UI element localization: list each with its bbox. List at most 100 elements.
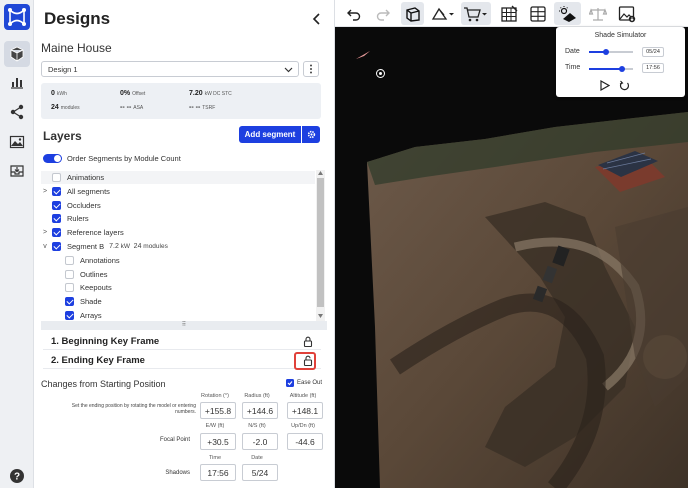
design-more-button[interactable] bbox=[303, 61, 319, 77]
bar-chart-icon bbox=[11, 78, 23, 89]
layer-row[interactable]: Keepouts bbox=[65, 281, 315, 294]
help-icon: ? bbox=[10, 469, 24, 483]
shade-sim-button[interactable] bbox=[554, 2, 581, 25]
focal-ew-input[interactable]: +30.5 bbox=[200, 433, 236, 450]
stat-offset: 0% Offset bbox=[120, 90, 146, 97]
ease-out-checkbox[interactable] bbox=[286, 379, 294, 387]
layers-scroll-thumb[interactable] bbox=[317, 178, 324, 307]
layer-checkbox[interactable] bbox=[52, 214, 61, 224]
altitude-input[interactable]: +148.1 bbox=[287, 402, 323, 419]
compass-icon[interactable] bbox=[355, 49, 371, 61]
order-by-module-label: Order Segments by Module Count bbox=[67, 154, 181, 163]
add-segment-button[interactable]: Add segment bbox=[239, 126, 301, 143]
layer-label: Keepouts bbox=[80, 283, 112, 293]
rail-help-button[interactable]: ? bbox=[7, 466, 27, 486]
layer-row[interactable]: v Segment B 7.2 kW 24 modules bbox=[41, 240, 315, 253]
scroll-down-icon[interactable] bbox=[318, 314, 323, 318]
lock-icon[interactable] bbox=[303, 336, 313, 347]
design-select[interactable]: Design 1 bbox=[41, 61, 299, 77]
layer-label: Outlines bbox=[80, 269, 108, 279]
undo-button[interactable] bbox=[344, 2, 364, 25]
segment-settings-button[interactable] bbox=[302, 126, 320, 143]
chevron-down-icon[interactable]: v bbox=[41, 243, 49, 250]
layer-checkbox[interactable] bbox=[52, 200, 61, 210]
radius-input[interactable]: +144.6 bbox=[242, 402, 278, 419]
layer-row[interactable]: Occluders bbox=[41, 199, 315, 212]
layer-checkbox[interactable] bbox=[65, 269, 74, 279]
chevron-left-icon bbox=[312, 13, 320, 25]
layers-resize-handle[interactable]: ⠿ bbox=[41, 321, 327, 330]
chevron-right-icon[interactable]: > bbox=[41, 229, 49, 236]
layer-row[interactable]: Outlines bbox=[65, 268, 315, 281]
order-by-module-toggle[interactable] bbox=[43, 154, 62, 163]
layer-label: Reference layers bbox=[67, 228, 124, 238]
layer-checkbox[interactable] bbox=[52, 173, 61, 182]
panel-layout-button[interactable] bbox=[498, 2, 520, 25]
shadow-time-input[interactable]: 17:56 bbox=[200, 464, 236, 481]
shadow-date-input[interactable]: 5/24 bbox=[242, 464, 278, 481]
rail-designs-button[interactable] bbox=[4, 41, 30, 67]
shade-sim-title: Shade Simulator bbox=[594, 32, 647, 39]
roof-tool-button[interactable] bbox=[430, 2, 456, 25]
shade-date-label: Date bbox=[565, 48, 580, 55]
rail-reports-button[interactable] bbox=[7, 72, 27, 92]
rail-export-button[interactable] bbox=[7, 161, 27, 181]
stat-energy: 0 kWh bbox=[51, 90, 67, 97]
layer-row[interactable]: Annotations bbox=[65, 254, 315, 267]
cart-tool-button[interactable] bbox=[461, 2, 491, 25]
more-vertical-icon bbox=[310, 64, 312, 74]
layer-checkbox[interactable] bbox=[65, 297, 74, 307]
changes-heading: Changes from Starting Position bbox=[41, 379, 166, 389]
rail-images-button[interactable] bbox=[7, 132, 27, 152]
app-logo[interactable] bbox=[4, 4, 30, 30]
shade-date-value[interactable]: 05/24 bbox=[642, 47, 664, 57]
layers-heading: Layers bbox=[43, 129, 82, 143]
viewport-resize-handle[interactable]: ⋮ bbox=[335, 252, 337, 266]
layer-checkbox[interactable] bbox=[65, 283, 74, 293]
collapse-panel-button[interactable] bbox=[310, 12, 324, 26]
col-updn-header: Up/Dn (ft) bbox=[291, 423, 315, 429]
gear-icon bbox=[307, 130, 315, 139]
date-slider-knob[interactable] bbox=[603, 49, 610, 55]
play-icon[interactable] bbox=[600, 80, 610, 91]
layer-row[interactable]: Animations bbox=[41, 171, 315, 184]
layer-label: Annotations bbox=[80, 255, 120, 265]
layer-row[interactable]: > Reference layers bbox=[41, 226, 315, 239]
layer-label: Rulers bbox=[67, 214, 89, 224]
layer-row[interactable]: Rulers bbox=[41, 212, 315, 225]
stat-tsrf: -- -- TSRF bbox=[189, 104, 216, 111]
time-slider-knob[interactable] bbox=[619, 66, 625, 72]
focal-updn-input[interactable]: -44.6 bbox=[287, 433, 323, 450]
scroll-up-icon[interactable] bbox=[318, 171, 323, 175]
left-rail: ? bbox=[0, 0, 34, 488]
keyframe-ending-row[interactable]: 2. Ending Key Frame bbox=[43, 352, 321, 369]
layer-checkbox[interactable] bbox=[52, 242, 61, 251]
col-date-header: Date bbox=[251, 455, 263, 461]
export-image-button[interactable] bbox=[616, 2, 638, 25]
layer-checkbox[interactable] bbox=[65, 311, 74, 320]
rail-share-button[interactable] bbox=[7, 102, 27, 122]
focal-ns-input[interactable]: -2.0 bbox=[242, 433, 278, 450]
rotation-input[interactable]: +155.8 bbox=[200, 402, 236, 419]
chevron-right-icon[interactable]: > bbox=[41, 188, 49, 195]
image-icon bbox=[9, 135, 25, 149]
layer-checkbox[interactable] bbox=[65, 255, 74, 265]
layer-row[interactable]: Shade bbox=[65, 295, 315, 308]
3d-view-button[interactable] bbox=[401, 2, 424, 25]
layer-row[interactable]: > All segments bbox=[41, 185, 315, 198]
keyframe-beginning-row[interactable]: 1. Beginning Key Frame bbox=[43, 333, 321, 350]
layer-checkbox[interactable] bbox=[52, 186, 61, 196]
design-select-value: Design 1 bbox=[48, 65, 78, 74]
col-ew-header: E/W (ft) bbox=[205, 423, 225, 429]
design-stats: 0 kWh 0% Offset 7.20 kW DC STC 24 module… bbox=[41, 83, 321, 119]
layer-row[interactable]: Arrays bbox=[65, 309, 315, 321]
crosshair-icon[interactable] bbox=[375, 68, 386, 79]
panel-title: Designs bbox=[44, 9, 111, 28]
redo-button[interactable] bbox=[373, 2, 393, 25]
balance-button[interactable] bbox=[587, 2, 609, 25]
col-radius-header: Radius (ft) bbox=[244, 393, 270, 399]
module-grid-button[interactable] bbox=[527, 2, 549, 25]
layer-checkbox[interactable] bbox=[52, 228, 61, 238]
reset-icon[interactable] bbox=[619, 80, 630, 91]
shade-time-value[interactable]: 17:56 bbox=[642, 63, 664, 73]
